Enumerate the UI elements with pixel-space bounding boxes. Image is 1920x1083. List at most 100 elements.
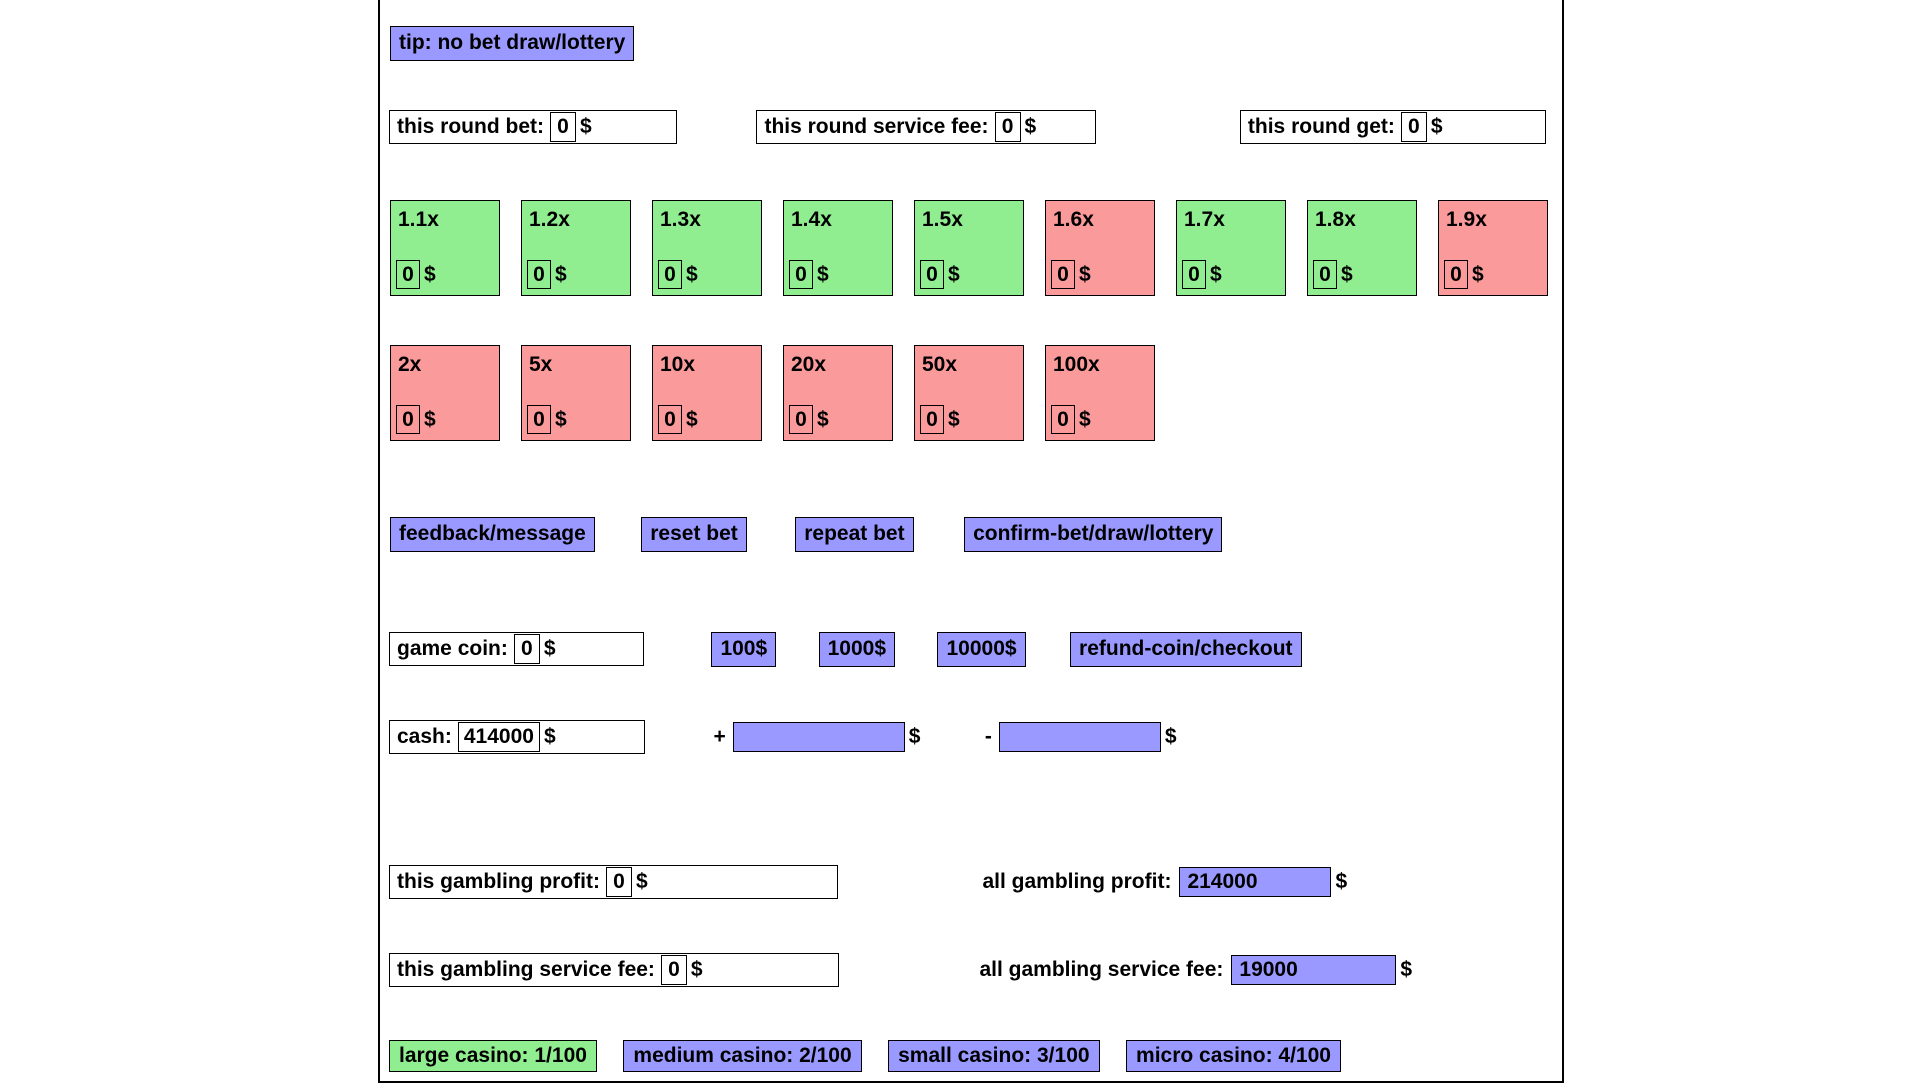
this-gambling-profit-field: this gambling profit: 0 $ [389, 865, 838, 899]
bet-tile-betline: 0 $ [1313, 260, 1353, 289]
all-gambling-service-fee-label: all gambling service fee: [979, 958, 1224, 981]
bet-tile-input[interactable]: 0 [1051, 260, 1075, 289]
bet-tile-1.5x[interactable]: 1.5x 0 $ [914, 200, 1024, 296]
cash-input[interactable]: 414000 [457, 722, 540, 752]
casino-tab-medium[interactable]: medium casino: 2/100 [623, 1040, 862, 1072]
bet-tile-multiplier: 1.5x [922, 208, 963, 231]
cash-unit: $ [543, 725, 556, 748]
bet-tile-unit: $ [686, 262, 698, 286]
bet-tile-input[interactable]: 0 [1051, 405, 1075, 434]
tip-banner[interactable]: tip: no bet draw/lottery [390, 26, 635, 61]
bet-tile-input[interactable]: 0 [396, 405, 420, 434]
bet-tile-input[interactable]: 0 [658, 260, 682, 289]
bet-tile-2x[interactable]: 2x 0 $ [390, 345, 500, 441]
game-coin-input[interactable]: 0 [513, 634, 540, 664]
actions-row: feedback/message reset bet repeat bet co… [390, 517, 1572, 552]
bet-tile-unit: $ [555, 407, 567, 431]
bet-tile-1.1x[interactable]: 1.1x 0 $ [390, 200, 500, 296]
bet-tile-input[interactable]: 0 [527, 405, 551, 434]
bet-tile-multiplier: 5x [529, 353, 553, 376]
bet-tile-unit: $ [424, 262, 436, 286]
casino-tab-large[interactable]: large casino: 1/100 [389, 1040, 597, 1072]
cash-label: cash: [397, 725, 452, 748]
bet-tile-multiplier: 1.6x [1053, 208, 1094, 231]
bet-tile-multiplier: 20x [791, 353, 827, 376]
refund-coin-checkout-button[interactable]: refund-coin/checkout [1070, 632, 1302, 667]
bet-tile-betline: 0 $ [789, 260, 829, 289]
this-round-bet-field: this round bet: 0 $ [389, 110, 677, 144]
bet-tile-betline: 0 $ [920, 405, 960, 434]
cash-add-input[interactable] [732, 722, 905, 752]
bet-tile-input[interactable]: 0 [658, 405, 682, 434]
bet-tile-1.8x[interactable]: 1.8x 0 $ [1307, 200, 1417, 296]
buy-coin-100-button[interactable]: 100$ [711, 632, 777, 667]
bet-tile-1.4x[interactable]: 1.4x 0 $ [783, 200, 893, 296]
bet-tile-1.6x[interactable]: 1.6x 0 $ [1045, 200, 1155, 296]
bet-tile-10x[interactable]: 10x 0 $ [652, 345, 762, 441]
feedback-message-button[interactable]: feedback/message [390, 517, 595, 552]
cash-row: cash: 414000 $ + $ - $ [389, 720, 1571, 754]
cash-subtract-sign: - [984, 725, 992, 748]
bet-tile-1.3x[interactable]: 1.3x 0 $ [652, 200, 762, 296]
bet-tile-multiplier: 1.9x [1446, 208, 1487, 231]
this-gambling-service-fee-input[interactable]: 0 [660, 955, 687, 985]
bet-tile-unit: $ [817, 262, 829, 286]
this-round-service-fee-field: this round service fee: 0 $ [756, 110, 1097, 144]
bet-tile-unit: $ [1341, 262, 1353, 286]
bet-tile-multiplier: 100x [1053, 353, 1100, 376]
confirm-bet-button[interactable]: confirm-bet/draw/lottery [964, 517, 1223, 552]
this-round-bet-input[interactable]: 0 [549, 112, 576, 142]
bet-tile-100x[interactable]: 100x 0 $ [1045, 345, 1155, 441]
bet-tile-input[interactable]: 0 [1313, 260, 1337, 289]
bet-tile-multiplier: 2x [398, 353, 422, 376]
casino-tab-micro[interactable]: micro casino: 4/100 [1126, 1040, 1341, 1072]
this-gambling-profit-input[interactable]: 0 [605, 867, 632, 897]
bet-tile-multiplier: 1.4x [791, 208, 832, 231]
bet-tile-input[interactable]: 0 [789, 260, 813, 289]
all-gambling-profit-unit: $ [1335, 870, 1348, 893]
cash-subtract-input[interactable] [998, 722, 1161, 752]
repeat-bet-button[interactable]: repeat bet [795, 517, 914, 552]
bet-tile-input[interactable]: 0 [1444, 260, 1468, 289]
this-round-get-input[interactable]: 0 [1400, 112, 1427, 142]
this-round-service-fee-input[interactable]: 0 [994, 112, 1021, 142]
cash-field: cash: 414000 $ [389, 720, 645, 754]
bet-tile-input[interactable]: 0 [396, 260, 420, 289]
cash-subtract-unit: $ [1164, 725, 1177, 748]
bet-tile-input[interactable]: 0 [920, 260, 944, 289]
service-fee-row: this gambling service fee: 0 $ all gambl… [389, 953, 1571, 987]
bet-tile-20x[interactable]: 20x 0 $ [783, 345, 893, 441]
bet-tile-1.7x[interactable]: 1.7x 0 $ [1176, 200, 1286, 296]
this-gambling-service-fee-field: this gambling service fee: 0 $ [389, 953, 839, 987]
bet-tile-input[interactable]: 0 [527, 260, 551, 289]
bet-tile-input[interactable]: 0 [1182, 260, 1206, 289]
bet-tile-betline: 0 $ [396, 260, 436, 289]
profit-row: this gambling profit: 0 $ all gambling p… [389, 865, 1571, 899]
bet-tile-unit: $ [1079, 407, 1091, 431]
this-gambling-profit-unit: $ [635, 870, 648, 893]
reset-bet-button[interactable]: reset bet [641, 517, 747, 552]
all-gambling-profit-value[interactable]: 214000 [1179, 867, 1332, 897]
buy-coin-10000-button[interactable]: 10000$ [937, 632, 1026, 667]
bet-tile-5x[interactable]: 5x 0 $ [521, 345, 631, 441]
bet-tile-betline: 0 $ [658, 405, 698, 434]
bet-tile-50x[interactable]: 50x 0 $ [914, 345, 1024, 441]
casino-tab-small[interactable]: small casino: 3/100 [888, 1040, 1100, 1072]
all-gambling-profit-group: all gambling profit: 214000 $ [982, 867, 1347, 897]
bet-tile-input[interactable]: 0 [920, 405, 944, 434]
bet-tile-input[interactable]: 0 [789, 405, 813, 434]
this-round-service-fee-label: this round service fee: [764, 115, 989, 138]
this-gambling-service-fee-label: this gambling service fee: [397, 958, 655, 981]
all-gambling-service-fee-value[interactable]: 19000 [1231, 955, 1397, 985]
bet-tile-unit: $ [948, 407, 960, 431]
this-gambling-service-fee-unit: $ [690, 958, 703, 981]
game-coin-label: game coin: [397, 637, 508, 660]
this-round-service-fee-unit: $ [1024, 115, 1037, 138]
bet-tile-betline: 0 $ [527, 405, 567, 434]
cash-add-sign: + [713, 725, 726, 748]
cash-add-group: + $ [713, 722, 920, 752]
buy-coin-1000-button[interactable]: 1000$ [818, 632, 896, 667]
bet-tile-betline: 0 $ [1051, 260, 1091, 289]
bet-tile-1.2x[interactable]: 1.2x 0 $ [521, 200, 631, 296]
bet-tile-1.9x[interactable]: 1.9x 0 $ [1438, 200, 1548, 296]
